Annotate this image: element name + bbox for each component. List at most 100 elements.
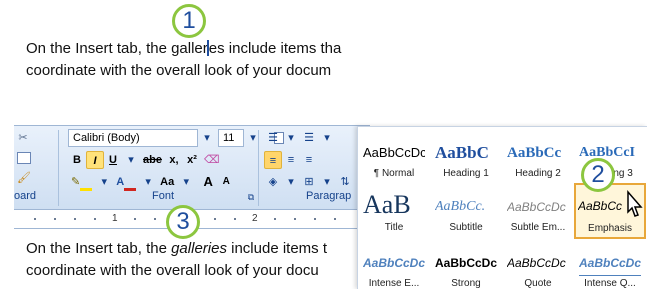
sort-icon[interactable]: ⇅: [336, 173, 354, 191]
style-name: Heading 2: [515, 168, 561, 179]
chevron-down-icon[interactable]: ▾: [318, 129, 336, 147]
style-name: Heading 1: [443, 168, 489, 179]
ruler-number: 2: [252, 213, 258, 224]
superscript-button[interactable]: x²: [183, 151, 201, 169]
callout-2: 2: [581, 158, 615, 192]
clipboard-row-1: ✂: [14, 128, 32, 148]
style-sample: AaBbCc.: [435, 199, 486, 214]
style-sample: AaBbCc: [507, 145, 562, 161]
style-name: Strong: [451, 278, 481, 289]
chevron-down-icon[interactable]: ▾: [122, 151, 140, 169]
style-name: Subtitle: [449, 222, 483, 233]
cut-icon[interactable]: ✂: [14, 129, 32, 147]
group-divider: [58, 130, 59, 206]
font-name-box[interactable]: Calibri (Body): [68, 129, 198, 147]
style-name: Title: [384, 222, 404, 233]
style-strong[interactable]: AaBbCcDc Strong: [432, 241, 500, 289]
borders-icon[interactable]: ⊞: [300, 173, 318, 191]
chevron-down-icon[interactable]: ▾: [282, 129, 300, 147]
paragraph-row-3: ◈ ▾ ⊞ ▾ ⇅: [264, 172, 354, 192]
font-row-2: B I U ▾ abe x, x² ⌫: [68, 150, 223, 170]
home-ribbon: ✂ 🖌 oard Calibri (Body) ▾ 11 ▾ B I U ▾ a…: [14, 125, 370, 209]
style-title[interactable]: AaB Title: [360, 185, 428, 237]
ruler-tick: [314, 218, 316, 220]
paragraph-group-label: Paragrap: [306, 190, 352, 202]
ruler-tick: [234, 218, 236, 220]
style-sample: AaB: [363, 190, 411, 219]
paragraph-row-1: ☰ ▾ ☰ ▾: [264, 128, 336, 148]
style-sample: AaBbCcDc: [507, 200, 566, 214]
chevron-down-icon[interactable]: ▾: [95, 173, 113, 191]
ruler-tick: [134, 218, 136, 220]
style-heading-2[interactable]: AaBbCc Heading 2: [504, 131, 572, 183]
document-text-top: On the Insert tab, the galleres include …: [26, 38, 368, 82]
grow-font-button[interactable]: A: [199, 173, 217, 191]
style-quote[interactable]: AaBbCcDc Quote: [504, 241, 572, 289]
style-sample: AaBbCcDc: [507, 256, 566, 270]
style-heading-1[interactable]: AaBbC Heading 1: [432, 131, 500, 183]
font-row-3: ✎ ▾ A ▾ Aa ▾ A A: [68, 172, 235, 192]
strikethrough-button[interactable]: abe: [140, 151, 165, 169]
callout-3: 3: [166, 205, 200, 239]
chevron-down-icon[interactable]: ▾: [244, 129, 262, 147]
bold-button[interactable]: B: [68, 151, 86, 169]
ruler-tick: [154, 218, 156, 220]
ruler-tick: [94, 218, 96, 220]
style-name: Intense Q...: [584, 278, 636, 289]
numbering-icon[interactable]: ☰: [300, 129, 318, 147]
style-sample: AaBbCcDc: [363, 145, 425, 160]
document-line: coordinate with the overall look of your…: [26, 62, 332, 79]
align-right-icon[interactable]: ≡: [300, 151, 318, 169]
copy-icon[interactable]: [14, 149, 34, 167]
document-line: On the Insert tab, the galleres include …: [26, 40, 342, 57]
change-case-button[interactable]: Aa: [157, 173, 177, 191]
style-name: Intense E...: [368, 278, 420, 289]
style-name: Emphasis: [588, 223, 632, 234]
chevron-down-icon[interactable]: ▾: [318, 173, 336, 191]
style-sample: AaBbCcDc: [579, 250, 641, 276]
document-text-bottom: On the Insert tab, the galleries include…: [26, 238, 356, 282]
chevron-down-icon[interactable]: ▾: [177, 173, 195, 191]
mouse-pointer-icon: [627, 190, 643, 217]
ruler-tick: [214, 218, 216, 220]
shrink-font-button[interactable]: A: [217, 173, 235, 191]
chevron-down-icon[interactable]: ▾: [282, 173, 300, 191]
align-left-icon[interactable]: ≡: [264, 151, 282, 169]
font-row-1: Calibri (Body) ▾ 11 ▾: [68, 128, 288, 148]
callout-1: 1: [172, 4, 206, 38]
format-painter-icon[interactable]: 🖌: [14, 169, 34, 187]
ruler-tick: [74, 218, 76, 220]
shading-icon[interactable]: ◈: [264, 173, 282, 191]
paragraph-row-2: ≡ ≡ ≡: [264, 150, 318, 170]
align-center-icon[interactable]: ≡: [282, 151, 300, 169]
clipboard-group-label: oard: [14, 190, 37, 202]
style-intense-quote[interactable]: AaBbCcDc Intense Q...: [576, 241, 644, 289]
font-group-label: Font: [152, 190, 175, 202]
clipboard-row-2: [14, 148, 34, 168]
clear-formatting-icon[interactable]: ⌫: [201, 151, 223, 169]
highlight-color-icon[interactable]: ✎: [68, 173, 95, 191]
style-normal[interactable]: AaBbCcDc ¶ Normal: [360, 131, 428, 183]
style-subtle-emphasis[interactable]: AaBbCcDc Subtle Em...: [504, 185, 572, 237]
chevron-down-icon[interactable]: ▾: [139, 173, 157, 191]
document-line: On the Insert tab, the galleries include…: [26, 240, 328, 257]
font-size-box[interactable]: 11: [218, 129, 244, 147]
clipboard-row-3: 🖌: [14, 168, 34, 188]
italic-button[interactable]: I: [86, 151, 104, 169]
style-name: Quote: [524, 278, 552, 289]
style-intense-emphasis[interactable]: AaBbCcDc Intense E...: [360, 241, 428, 289]
ruler-tick: [274, 218, 276, 220]
style-subtitle[interactable]: AaBbCc. Subtitle: [432, 185, 500, 237]
ruler-tick: [54, 218, 56, 220]
chevron-down-icon[interactable]: ▾: [198, 129, 216, 147]
group-divider: [258, 130, 259, 206]
bullets-icon[interactable]: ☰: [264, 129, 282, 147]
subscript-button[interactable]: x,: [165, 151, 183, 169]
ruler-tick: [334, 218, 336, 220]
quick-styles-gallery: AaBbCcDc ¶ Normal AaBbC Heading 1 AaBbCc…: [357, 126, 647, 289]
font-color-button[interactable]: A: [113, 173, 139, 191]
style-sample: AaBbCcDc: [435, 256, 497, 270]
style-name: ¶ Normal: [373, 168, 415, 179]
underline-button[interactable]: U: [104, 151, 122, 169]
style-sample: AaBbCcDc: [363, 256, 425, 270]
